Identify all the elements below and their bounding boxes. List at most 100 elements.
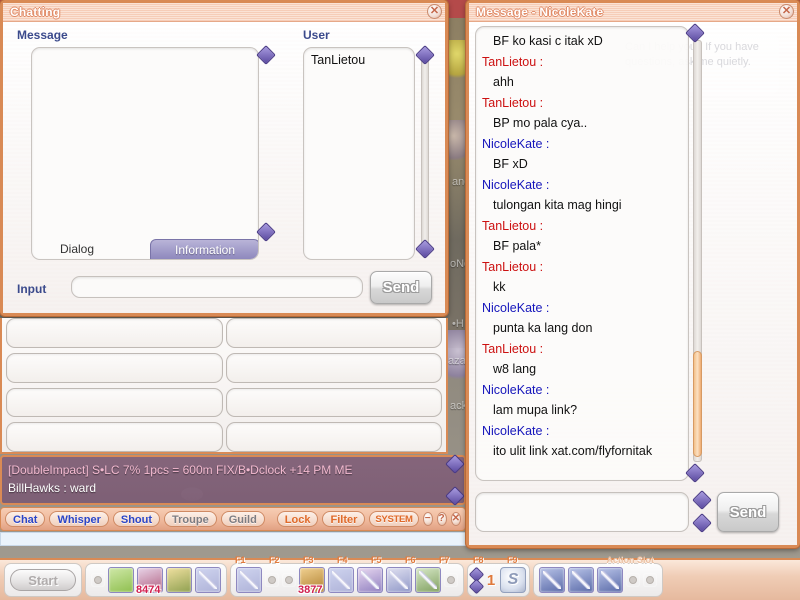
message-text: BP mo pala cya.. [493,116,588,130]
fkey-label-f4: F4 [337,555,348,565]
action-slot-2[interactable] [568,567,594,593]
empty-slot-f3[interactable] [282,573,296,587]
message-send-button[interactable]: Send [717,492,779,532]
list-columns [6,318,442,452]
help-icon[interactable]: ? [436,512,447,526]
message-input-scroll-up-arrow[interactable] [692,490,712,510]
page-arrows [468,566,485,594]
sword-icon [601,571,619,589]
empty-slot-f9[interactable] [444,573,458,587]
list-item[interactable] [6,422,223,452]
user-list-item[interactable]: TanLietou [311,53,407,67]
sword-icon [543,571,561,589]
chatting-window-title: Chatting [10,5,61,19]
message-sender: NicoleKate : [482,423,550,438]
message-text: tulongan kita mag hingi [493,198,622,212]
list-item[interactable] [225,387,442,418]
sword-icon [390,571,408,589]
page-down-arrow[interactable] [468,578,485,594]
filter-button[interactable]: Filter [322,511,366,527]
tab-information[interactable]: Information [150,239,258,259]
chat-log-scroll-down-arrow[interactable] [445,486,465,506]
action-slot-label: Action Slot [606,555,655,565]
skill-book-icon[interactable]: S [500,567,526,593]
list-item[interactable] [225,352,442,383]
close-icon[interactable]: ✕ [427,4,442,19]
message-text: ito ulit link xat.com/flyfornitak [493,444,653,458]
message-list-scrollbar-track[interactable] [693,40,702,462]
message-input-scroll-down-arrow[interactable] [692,513,712,533]
chat-log-line: BillHawks : ward [8,481,97,495]
send-button[interactable]: Send [370,271,432,304]
page-selector-group: 1 S [467,563,530,597]
message-text: punta ka lang don [493,321,593,335]
quickbar-group-2: F1 F2 F3 F4 F5 F6 F7 F8 F9 3877 [230,555,518,597]
skill-slot-f8[interactable] [415,567,441,593]
list-item[interactable] [225,422,442,452]
message-scroll-down-arrow[interactable] [256,222,276,242]
list-column-left [6,318,223,452]
item-slot-potion[interactable]: 8474 [136,567,163,596]
item-slot-f4[interactable]: 3877 [298,567,325,596]
skill-slot-f7[interactable] [386,567,412,593]
action-slot-5[interactable] [643,573,657,587]
chatting-window-titlebar[interactable]: Chatting ✕ [3,3,445,22]
message-text: ahh [493,75,514,89]
item-slot-scroll[interactable] [166,567,192,593]
list-item[interactable] [6,318,223,348]
chat-mode-button-guild[interactable]: Guild [220,511,265,527]
skill-slot-f5[interactable] [328,567,354,593]
item-count: 8474 [136,584,161,596]
tab-dialog[interactable]: Dialog [32,239,122,259]
minimize-icon[interactable]: − [422,512,433,526]
skill-slot-f6[interactable] [357,567,383,593]
system-button[interactable]: SYSTEM [369,511,419,527]
chat-input-strip[interactable] [0,532,466,546]
message-list-scrollbar-thumb[interactable] [693,351,702,457]
start-button[interactable]: Start [10,569,76,591]
chat-log-scroll-up-arrow[interactable] [445,454,465,474]
user-list-scroll-down-arrow[interactable] [415,239,435,259]
action-slot-4[interactable] [626,573,640,587]
user-list-scrollbar-track[interactable] [421,54,429,254]
skill-slot-f1[interactable] [236,567,262,593]
chat-log[interactable]: [DoubleImpact] S•LC 7% 1pcs = 600m FIX/B… [0,455,466,505]
user-list[interactable]: TanLietou [303,47,415,260]
item-slot-boots[interactable] [108,567,134,593]
chat-input-field[interactable] [71,276,363,298]
chat-log-scrollbar[interactable] [445,454,465,506]
message-text: w8 lang [493,362,537,376]
chat-mode-button-shout[interactable]: Shout [112,511,161,527]
fkey-label-f3: F3 [303,555,314,565]
chat-mode-button-chat[interactable]: Chat [5,511,46,527]
message-panel[interactable]: Dialog Information [31,47,259,260]
chatting-window[interactable]: Chatting ✕ Message Dialog Information Us… [0,0,448,316]
message-tabs: Dialog Information [32,239,258,259]
lock-button[interactable]: Lock [276,511,319,527]
list-item[interactable] [6,352,223,383]
start-group: Start [4,563,82,597]
fkey-label-f7: F7 [439,555,450,565]
close-icon[interactable]: ✕ [779,4,794,19]
message-window[interactable]: Message - NicoleKate ✕ Can I help you? I… [466,0,800,548]
message-scroll-up-arrow[interactable] [256,45,276,65]
message-sender: NicoleKate : [482,300,550,315]
message-input-field[interactable] [475,492,689,532]
message-sender: NicoleKate : [482,382,550,397]
action-slot-3[interactable] [597,567,623,593]
close-icon[interactable]: ✕ [450,512,461,526]
list-item[interactable] [225,318,442,348]
chat-mode-button-whisper[interactable]: Whisper [49,511,109,527]
list-item[interactable] [6,387,223,418]
chat-log-line: [DoubleImpact] S•LC 7% 1pcs = 600m FIX/B… [8,463,353,477]
empty-slot[interactable] [91,573,105,587]
user-list-scroll-up-arrow[interactable] [415,45,435,65]
message-window-titlebar[interactable]: Message - NicoleKate ✕ [469,3,797,22]
message-list[interactable]: BF ko kasi c itak xD TanLietou : ahh TanLie… [475,26,689,481]
message-window-title: Message - NicoleKate [476,5,604,19]
chat-mode-button-troupe[interactable]: Troupe [164,511,217,527]
action-slot-1[interactable] [539,567,565,593]
empty-slot-f2[interactable] [265,573,279,587]
message-sender: NicoleKate : [482,177,550,192]
item-slot-skill[interactable] [195,567,221,593]
